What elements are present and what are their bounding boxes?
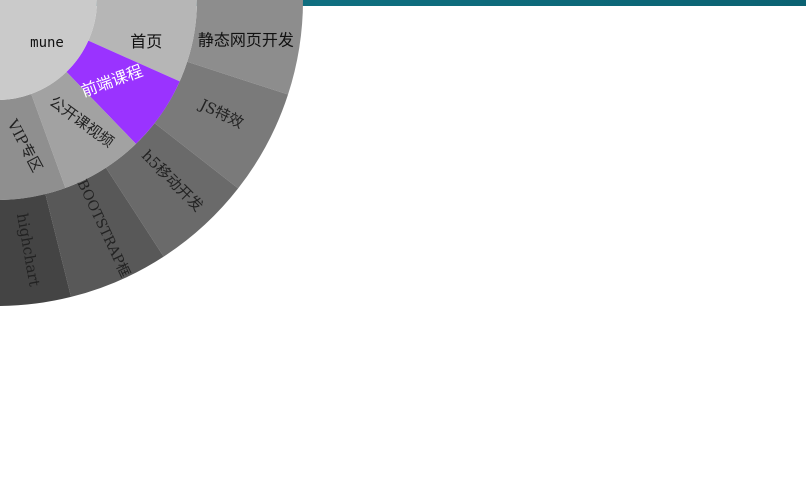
circular-menu: mune 首页 前端课程 公开课视频 VIP专区 静态网页开发 JS特效 h5移…: [0, 0, 806, 485]
outer-label-static-web: 静态网页开发: [198, 30, 294, 49]
center-label: mune: [30, 35, 64, 51]
inner-label-home: 首页: [130, 32, 162, 51]
